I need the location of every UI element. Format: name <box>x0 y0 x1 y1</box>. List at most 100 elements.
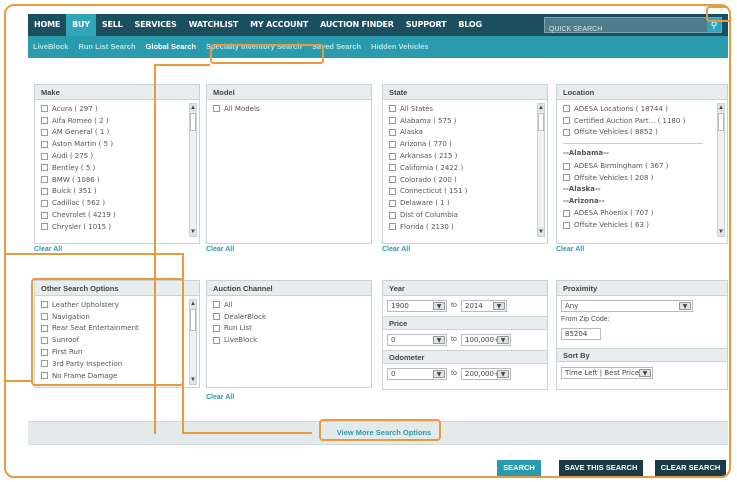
checkbox[interactable] <box>389 128 396 136</box>
state-option[interactable]: Dist of Columbia <box>389 209 541 221</box>
make-list[interactable]: Acura ( 297 ) Alfa Romeo ( 2 ) AM Genera… <box>35 100 199 237</box>
make-option[interactable]: Alfa Romeo ( 2 ) <box>41 115 193 127</box>
checkbox[interactable] <box>389 152 396 160</box>
model-list[interactable]: All Models <box>207 100 371 118</box>
checkbox[interactable] <box>41 199 48 207</box>
scroll-thumb[interactable] <box>190 113 196 131</box>
scroll-up-icon[interactable]: ▲ <box>718 104 724 112</box>
checkbox[interactable] <box>563 105 570 113</box>
sort-by-select[interactable]: Time Left | Best Price ▼ <box>561 367 653 379</box>
nav-support[interactable]: SUPPORT <box>400 14 453 36</box>
state-option[interactable]: Florida ( 2130 ) <box>389 221 541 233</box>
checkbox[interactable] <box>389 199 396 207</box>
odometer-from-select[interactable]: 0 ▼ <box>387 368 447 380</box>
channel-option[interactable]: DealerBlock <box>213 311 365 323</box>
nav-home[interactable]: HOME <box>28 14 66 36</box>
checkbox[interactable] <box>213 301 220 309</box>
scroll-up-icon[interactable]: ▲ <box>190 300 196 308</box>
make-option[interactable]: Chrysler ( 1015 ) <box>41 221 193 233</box>
location-clear-all[interactable]: Clear All <box>556 246 584 253</box>
state-option[interactable]: Delaware ( 1 ) <box>389 197 541 209</box>
checkbox[interactable] <box>389 140 396 148</box>
make-option[interactable]: Cadillac ( 562 ) <box>41 197 193 209</box>
checkbox[interactable] <box>389 176 396 184</box>
proximity-select[interactable]: Any ▼ <box>561 300 693 312</box>
checkbox[interactable] <box>41 152 48 160</box>
checkbox[interactable] <box>389 117 396 125</box>
checkbox[interactable] <box>563 174 570 182</box>
make-clear-all[interactable]: Clear All <box>34 246 62 253</box>
nav-buy[interactable]: BUY <box>66 14 96 36</box>
make-option[interactable]: BMW ( 1086 ) <box>41 174 193 186</box>
channel-option[interactable]: Run List <box>213 323 365 335</box>
checkbox[interactable] <box>563 209 570 217</box>
state-clear-all[interactable]: Clear All <box>382 246 410 253</box>
state-list[interactable]: All States Alabama ( 575 ) Alaska Arizon… <box>383 100 547 237</box>
location-option[interactable]: Offsite Vehicles ( 208 ) <box>563 172 721 184</box>
checkbox[interactable] <box>213 336 220 344</box>
state-option[interactable]: Connecticut ( 151 ) <box>389 186 541 198</box>
nav-blog[interactable]: BLOG <box>452 14 487 36</box>
scroll-up-icon[interactable]: ▲ <box>190 104 196 112</box>
search-button[interactable]: SEARCH <box>497 460 541 476</box>
scroll-down-icon[interactable]: ▼ <box>538 228 544 236</box>
make-option[interactable]: Bentley ( 5 ) <box>41 162 193 174</box>
checkbox[interactable] <box>213 324 220 332</box>
make-scrollbar[interactable]: ▲ ▼ <box>189 103 197 237</box>
checkbox[interactable] <box>563 162 570 170</box>
make-option[interactable]: Aston Martin ( 5 ) <box>41 138 193 150</box>
scroll-thumb[interactable] <box>718 113 724 131</box>
make-option[interactable]: Buick ( 351 ) <box>41 186 193 198</box>
state-option[interactable]: Alabama ( 575 ) <box>389 115 541 127</box>
checkbox[interactable] <box>563 221 570 229</box>
make-option[interactable]: Chevrolet ( 4219 ) <box>41 209 193 221</box>
checkbox[interactable] <box>389 105 396 113</box>
zip-code-input[interactable]: 85204 <box>561 328 601 340</box>
state-scrollbar[interactable]: ▲ ▼ <box>537 103 545 237</box>
scroll-down-icon[interactable]: ▼ <box>190 376 196 384</box>
year-to-select[interactable]: 2014 ▼ <box>461 300 507 312</box>
state-option[interactable]: Alaska <box>389 127 541 139</box>
location-list[interactable]: ADESA Locations ( 18744 ) Certified Auct… <box>557 100 727 237</box>
checkbox[interactable] <box>41 117 48 125</box>
checkbox[interactable] <box>41 223 48 231</box>
checkbox[interactable] <box>389 223 396 231</box>
subnav-liveblock[interactable]: LiveBlock <box>28 36 73 58</box>
state-option[interactable]: All States <box>389 103 541 115</box>
scroll-thumb[interactable] <box>190 309 196 331</box>
checkbox[interactable] <box>41 140 48 148</box>
scroll-up-icon[interactable]: ▲ <box>538 104 544 112</box>
location-option[interactable]: ADESA Birmingham ( 367 ) <box>563 160 721 172</box>
nav-my-account[interactable]: MY ACCOUNT <box>244 14 314 36</box>
checkbox[interactable] <box>41 176 48 184</box>
subnav-global-search[interactable]: Global Search <box>141 36 201 58</box>
checkbox[interactable] <box>389 164 396 172</box>
location-scrollbar[interactable]: ▲ ▼ <box>717 103 725 237</box>
auction-channel-list[interactable]: All DealerBlock Run List LiveBlock <box>207 296 371 349</box>
checkbox[interactable] <box>41 164 48 172</box>
scroll-down-icon[interactable]: ▼ <box>190 228 196 236</box>
model-clear-all[interactable]: Clear All <box>206 246 234 253</box>
checkbox[interactable] <box>41 187 48 195</box>
clear-search-button[interactable]: CLEAR SEARCH <box>655 460 726 476</box>
state-option[interactable]: Arizona ( 770 ) <box>389 138 541 150</box>
scroll-thumb[interactable] <box>538 113 544 131</box>
make-option[interactable]: Acura ( 297 ) <box>41 103 193 115</box>
location-option[interactable]: ADESA Locations ( 18744 ) <box>563 103 721 115</box>
price-from-select[interactable]: 0 ▼ <box>387 334 447 346</box>
save-search-button[interactable]: SAVE THIS SEARCH <box>559 460 643 476</box>
checkbox[interactable] <box>213 313 220 321</box>
subnav-run-list-search[interactable]: Run List Search <box>73 36 140 58</box>
year-from-select[interactable]: 1900 ▼ <box>387 300 447 312</box>
subnav-hidden-vehicles[interactable]: Hidden Vehicles <box>366 36 434 58</box>
checkbox[interactable] <box>563 128 570 136</box>
quick-search-input[interactable]: QUICK SEARCH ⚲ <box>544 17 722 33</box>
location-option[interactable]: Offsite Vehicles ( 8852 ) <box>563 127 721 139</box>
nav-services[interactable]: SERVICES <box>129 14 183 36</box>
model-option[interactable]: All Models <box>213 103 365 115</box>
nav-watchlist[interactable]: WATCHLIST <box>183 14 245 36</box>
checkbox[interactable] <box>389 187 396 195</box>
nav-auction-finder[interactable]: AUCTION FINDER <box>314 14 400 36</box>
state-option[interactable]: California ( 2422 ) <box>389 162 541 174</box>
other-options-scrollbar[interactable]: ▲ ▼ <box>189 299 197 385</box>
